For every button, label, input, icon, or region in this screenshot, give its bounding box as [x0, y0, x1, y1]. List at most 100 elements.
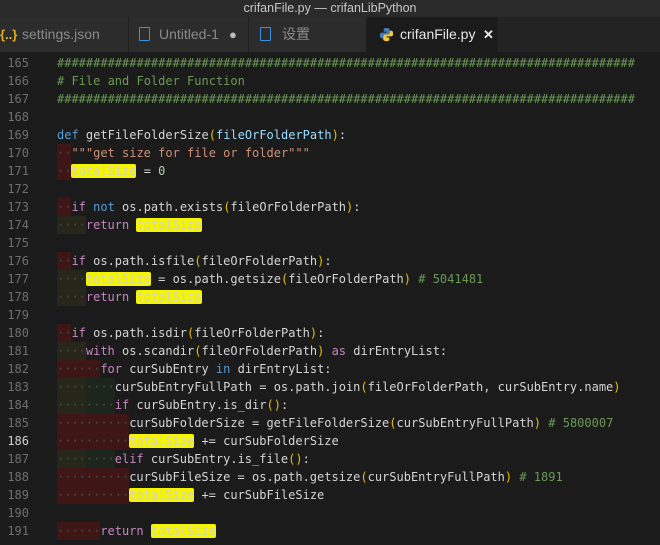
indent-guide: ····: [57, 342, 86, 360]
code-line[interactable]: 174 ····return totalSize: [0, 216, 660, 234]
code-line[interactable]: 185 ··········curSubFolderSize = getFileF…: [0, 414, 660, 432]
code-token: :: [353, 200, 361, 214]
code-line[interactable]: 183 ········curSubEntryFullPath = os.path…: [0, 378, 660, 396]
code-text: ····totalSize = os.path.getsize(fileOrFo…: [57, 270, 483, 288]
line-number: 179: [7, 308, 29, 322]
indent-guide: ··: [57, 162, 72, 180]
code-line[interactable]: 176 ··if os.path.isfile(fileOrFolderPath)…: [0, 252, 660, 270]
code-line[interactable]: 170 ··"""get size for file or folder""": [0, 144, 660, 162]
code-token: with: [85, 344, 115, 358]
indent-guide: ··: [57, 252, 72, 270]
code-token: ): [331, 128, 339, 142]
code-line[interactable]: 169 def getFileFolderSize(fileOrFolderPat…: [0, 126, 660, 144]
code-line[interactable]: 184 ········if curSubEntry.is_dir():: [0, 396, 660, 414]
code-token: # File and Folder Function: [57, 74, 245, 88]
code-line[interactable]: 182 ······for curSubEntry in dirEntryList…: [0, 360, 660, 378]
code-token: """get size for file or folder""": [71, 146, 310, 160]
code-token: ): [403, 272, 412, 286]
code-token: (: [360, 380, 368, 394]
code-token: # 5800007: [548, 416, 614, 430]
code-token: os.path.exists: [114, 200, 224, 214]
code-text: def getFileFolderSize(fileOrFolderPath):: [57, 126, 346, 144]
indent-guide: ····: [57, 216, 86, 234]
json-braces-icon: {..}: [0, 27, 18, 42]
code-token: (: [194, 254, 202, 268]
code-token: (): [266, 398, 281, 412]
code-line[interactable]: 167 #####################################…: [0, 90, 660, 108]
line-number: 178: [7, 290, 29, 304]
tab-label: Untitled-1: [159, 26, 219, 42]
code-line[interactable]: 178 ····return totalSize: [0, 288, 660, 306]
indent-guide: ··········: [57, 468, 130, 486]
indent-guide: ··: [57, 324, 72, 342]
code-token: (: [360, 470, 368, 484]
code-text: ······return totalSize: [57, 522, 216, 540]
code-line[interactable]: 181 ····with os.scandir(fileOrFolderPath)…: [0, 342, 660, 360]
code-editor[interactable]: 165 #####################################…: [0, 52, 660, 545]
code-line[interactable]: 180 ··if os.path.isdir(fileOrFolderPath):: [0, 324, 660, 342]
tab-settings-json[interactable]: {..} settings.json: [0, 17, 129, 52]
code-token: in: [215, 362, 231, 376]
indent-guide: ····: [57, 396, 86, 414]
code-token: dirEntryList:: [346, 344, 448, 358]
code-line[interactable]: 188 ··········curSubFileSize = os.path.ge…: [0, 468, 660, 486]
code-token: fileOrFolderPath: [230, 200, 347, 214]
code-line[interactable]: 172: [0, 180, 660, 198]
code-line[interactable]: 166 # File and Folder Function: [0, 72, 660, 90]
code-token: (: [208, 128, 216, 142]
code-token: return: [85, 218, 130, 232]
code-token: ): [613, 380, 621, 394]
line-number: 182: [7, 362, 29, 376]
code-line[interactable]: 171 ··totalSize = 0: [0, 162, 660, 180]
code-token: os.path.isdir: [85, 326, 188, 340]
code-token: curSubEntry.is_file: [143, 452, 289, 466]
highlighted-token: totalSize: [71, 164, 137, 178]
code-token: os.path.isfile: [85, 254, 195, 268]
code-token: # 5041481: [418, 272, 484, 286]
code-text: ··"""get size for file or folder""": [57, 144, 310, 162]
code-text: ········curSubEntryFullPath = os.path.jo…: [57, 378, 621, 396]
code-token: += curSubFolderSize: [194, 434, 339, 448]
tab-untitled-1[interactable]: Untitled-1 ●: [129, 17, 249, 52]
code-line[interactable]: 177 ····totalSize = os.path.getsize(fileO…: [0, 270, 660, 288]
code-line[interactable]: 173 ··if not os.path.exists(fileOrFolderP…: [0, 198, 660, 216]
code-token: return: [85, 290, 130, 304]
close-icon[interactable]: ✕: [483, 17, 494, 52]
code-text: ··········totalSize += curSubFolderSize: [57, 432, 339, 450]
code-text: ··if os.path.isdir(fileOrFolderPath):: [57, 324, 324, 342]
code-token: fileOrFolderPath: [201, 344, 318, 358]
tab-label: crifanFile.py: [400, 26, 476, 42]
code-token: :: [324, 254, 332, 268]
code-line[interactable]: 187 ········elif curSubEntry.is_file():: [0, 450, 660, 468]
code-line[interactable]: 191 ······return totalSize: [0, 522, 660, 540]
code-line[interactable]: 186 ··········totalSize += curSubFolderSi…: [0, 432, 660, 450]
code-token: # 1891: [519, 470, 563, 484]
tab-crifanfile-py[interactable]: crifanFile.py ✕: [367, 17, 498, 52]
code-token: curSubEntryFullPath: [396, 416, 534, 430]
unsaved-dot-icon[interactable]: ●: [229, 17, 237, 52]
code-line[interactable]: 168: [0, 108, 660, 126]
code-token: fileOrFolderPath: [194, 326, 310, 340]
code-token: curSubEntryFullPath = os.path.join: [114, 380, 361, 394]
indent-guide: ····: [85, 396, 115, 414]
code-text: ····return totalSize: [57, 216, 202, 234]
code-text: ··if os.path.isfile(fileOrFolderPath):: [57, 252, 332, 270]
line-number: 183: [7, 380, 29, 394]
code-line[interactable]: 175: [0, 234, 660, 252]
code-token: curSubEntry: [122, 362, 216, 376]
code-line[interactable]: 179: [0, 306, 660, 324]
code-text: ··if not os.path.exists(fileOrFolderPath…: [57, 198, 360, 216]
tab-settings-ui[interactable]: 设置: [249, 17, 367, 52]
line-number: 168: [7, 110, 29, 124]
code-line[interactable]: 165 #####################################…: [0, 54, 660, 72]
code-line[interactable]: 190: [0, 504, 660, 522]
code-token: getFileFolderSize: [85, 128, 209, 142]
indent-guide: ····: [57, 450, 86, 468]
indent-guide: ··: [57, 198, 72, 216]
window-title: crifanFile.py — crifanLibPython: [0, 0, 660, 17]
code-token: if: [114, 398, 130, 412]
indent-guide: ··········: [57, 414, 130, 432]
code-line[interactable]: 189 ··········totalSize += curSubFileSize: [0, 486, 660, 504]
line-number: 186: [7, 434, 29, 448]
